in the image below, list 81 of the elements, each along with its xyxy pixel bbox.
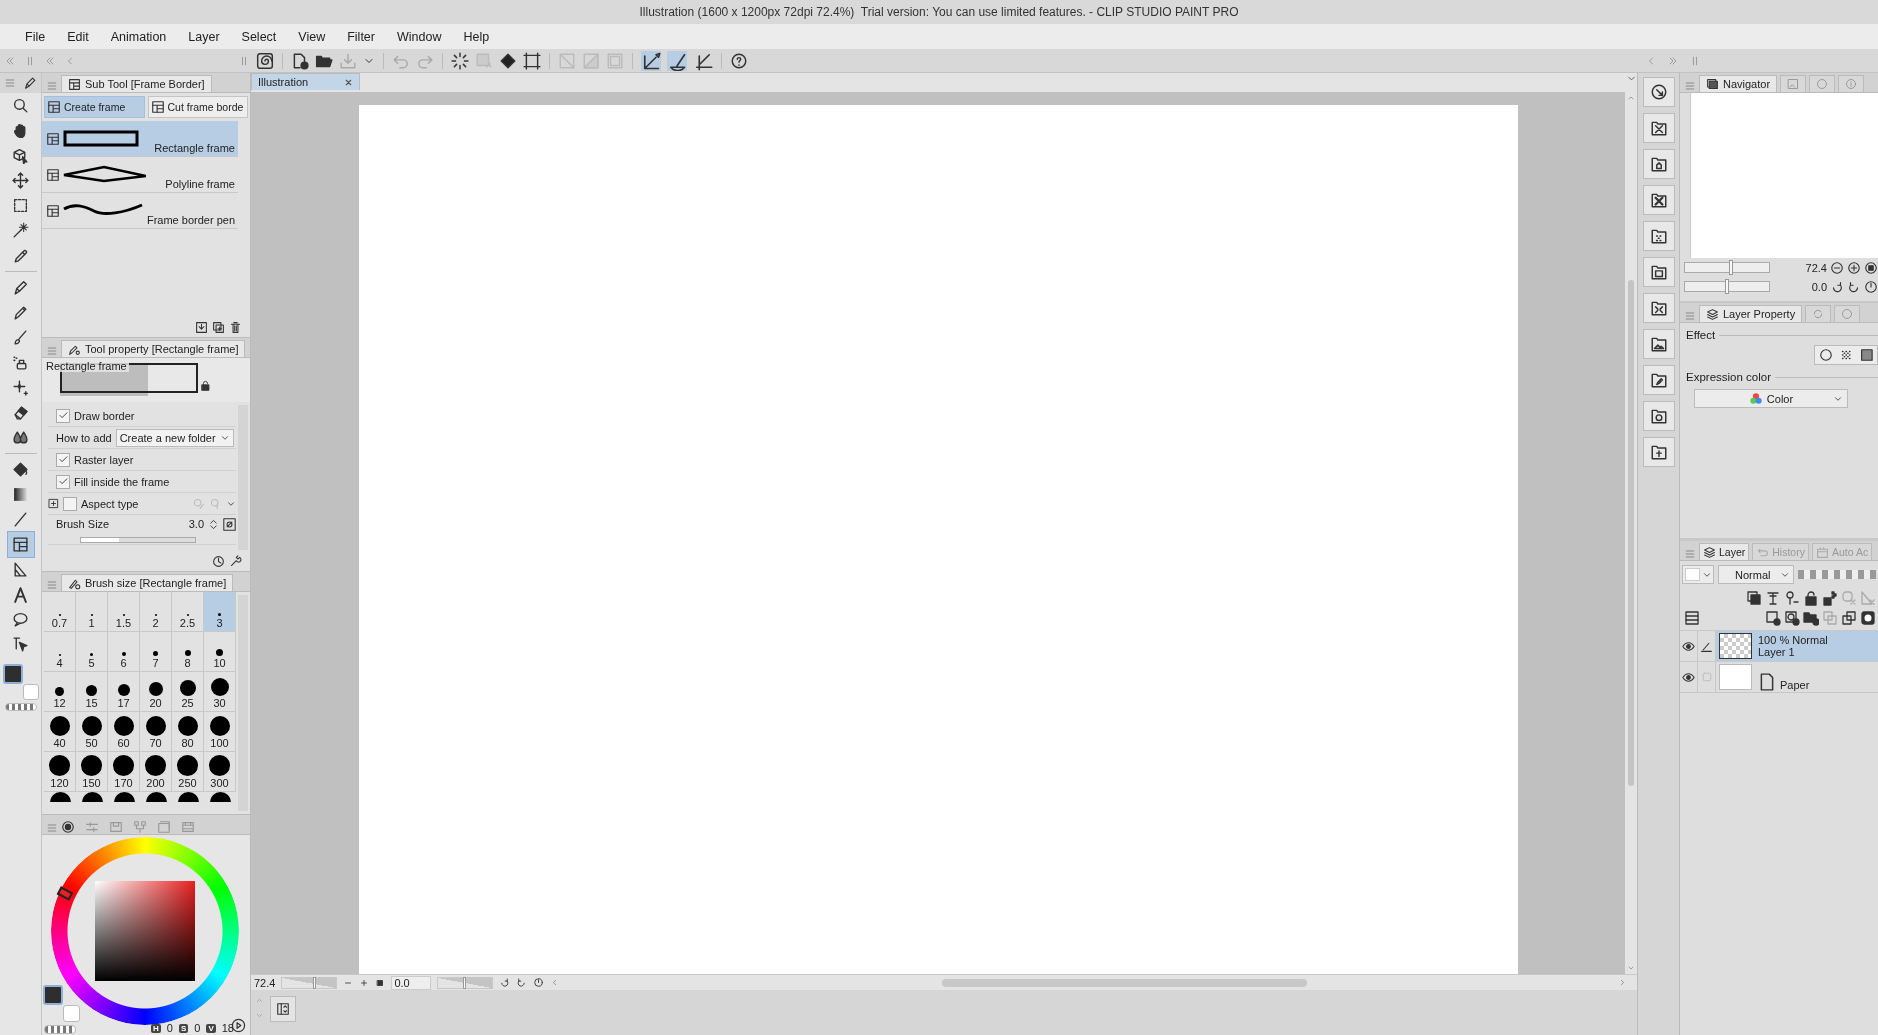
brush-size-option[interactable]: 1.5 — [108, 592, 140, 632]
brush-size-option[interactable]: 2 — [140, 592, 172, 632]
checkbox-label: Raster layer — [74, 453, 134, 466]
brush-size-option[interactable]: 170 — [108, 752, 140, 792]
brush-size-option[interactable]: 0.7 — [44, 592, 76, 632]
dropdown[interactable]: Create a new folder — [115, 428, 234, 447]
brush-size-option[interactable]: 15 — [76, 672, 108, 712]
menu-item[interactable]: Animation — [99, 29, 178, 44]
channel-value: 0 — [194, 1022, 201, 1034]
panel-tab[interactable]: Layer Property — [1699, 305, 1803, 322]
brush-size-option[interactable]: 17 — [108, 672, 140, 712]
brush-size-option[interactable]: 25 — [172, 672, 204, 712]
brush-size-value[interactable]: 3.0 — [188, 518, 204, 530]
document-tab[interactable]: Illustration — [251, 73, 361, 90]
zoom-value[interactable]: 72.4 — [254, 976, 276, 989]
channel-label: H — [151, 1023, 161, 1033]
menu-item[interactable]: Filter — [336, 29, 386, 44]
brush-size-option[interactable]: 150 — [76, 752, 108, 792]
checkbox-label: Aspect type — [81, 497, 139, 510]
brush-size-option[interactable]: 100 — [204, 712, 236, 752]
brush-size-option[interactable]: 120 — [44, 752, 76, 792]
menu-item[interactable]: Help — [452, 29, 501, 44]
panel-tab[interactable]: Brush size [Rectangle frame] — [61, 574, 234, 591]
brush-size-option[interactable]: 200 — [140, 752, 172, 792]
brush-size-option[interactable]: 5 — [76, 632, 108, 672]
window-title: Illustration (1600 x 1200px 72dpi 72.4%) Trial version: You can use limited features. - CLIP STUDIO PAINT PRO — [639, 5, 1239, 19]
channel-label: S — [178, 1023, 189, 1033]
expression-color-dropdown[interactable]: Color — [1694, 389, 1848, 408]
sub-tool-item[interactable]: Polyline frame — [42, 157, 238, 193]
menu-item[interactable]: Edit — [56, 29, 100, 44]
menu-item[interactable]: File — [14, 29, 57, 44]
brush-size-option[interactable]: 7 — [140, 632, 172, 672]
checkbox-label: Draw border — [74, 409, 135, 422]
channel-label: V — [206, 1023, 216, 1033]
brush-size-option[interactable]: 60 — [108, 712, 140, 752]
angle-value[interactable]: 0.0 — [391, 975, 432, 990]
sub-tool-label: Polyline frame — [165, 178, 235, 190]
sub-tool-group-button[interactable]: Create frame — [44, 96, 145, 118]
brush-size-option[interactable]: 6 — [108, 632, 140, 672]
brush-size-option[interactable]: 40 — [44, 712, 76, 752]
layer-name: Layer 1 — [1758, 646, 1796, 658]
sub-tool-label: Rectangle frame — [154, 142, 235, 154]
sub-tool-group-button[interactable]: Cut frame borde — [147, 96, 248, 118]
menu-item[interactable]: Layer — [177, 29, 231, 44]
brush-size-option[interactable]: 300 — [204, 752, 236, 792]
brush-size-option[interactable]: 20 — [140, 672, 172, 712]
brush-size-option[interactable]: 50 — [76, 712, 108, 752]
sub-tool-label: Frame border pen — [146, 214, 235, 226]
zoom-value[interactable]: 72.4 — [1805, 261, 1827, 274]
brush-size-option[interactable]: 10 — [204, 632, 236, 672]
brush-size-option[interactable]: 4 — [44, 632, 76, 672]
channel-value: 0 — [166, 1022, 173, 1034]
brush-size-option[interactable]: 70 — [140, 712, 172, 752]
menu-item[interactable]: View — [287, 29, 337, 44]
checkbox-label: Fill inside the frame — [74, 475, 170, 488]
section-label: Effect — [1686, 329, 1716, 341]
panel-tab[interactable]: Sub Tool [Frame Border] — [61, 75, 212, 92]
brush-size-option[interactable]: 30 — [204, 672, 236, 712]
sub-tool-item[interactable]: Rectangle frame — [42, 121, 238, 157]
panel-tab[interactable]: Layer — [1699, 543, 1750, 560]
field-label: How to add — [56, 431, 112, 444]
brush-size-option[interactable]: 12 — [44, 672, 76, 712]
brush-size-option[interactable]: 8 — [172, 632, 204, 672]
preview-label: Rectangle frame — [44, 360, 129, 372]
brush-size-option[interactable]: 80 — [172, 712, 204, 752]
menu-item[interactable]: Select — [230, 29, 288, 44]
sub-tool-item[interactable]: Frame border pen — [42, 193, 238, 229]
panel-tab[interactable]: Navigator — [1699, 75, 1778, 92]
layer-info: 100 % Normal — [1758, 634, 1828, 646]
brush-size-option[interactable]: 3 — [204, 592, 236, 632]
menu-item[interactable]: Window — [386, 29, 453, 44]
brush-size-option[interactable]: 250 — [172, 752, 204, 792]
section-label: Expression color — [1686, 371, 1771, 383]
panel-tab[interactable]: Tool property [Rectangle frame] — [61, 340, 246, 357]
layer-row[interactable]: 100 % Normal Layer 1 — [1716, 631, 1878, 661]
field-label: Brush Size — [56, 518, 110, 530]
angle-value[interactable]: 0.0 — [1811, 280, 1827, 293]
layer-name: Paper — [1780, 679, 1810, 691]
brush-size-option[interactable]: 1 — [76, 592, 108, 632]
blend-mode-dropdown[interactable]: Normal — [1718, 565, 1794, 584]
layer-row[interactable]: Paper — [1716, 662, 1878, 692]
